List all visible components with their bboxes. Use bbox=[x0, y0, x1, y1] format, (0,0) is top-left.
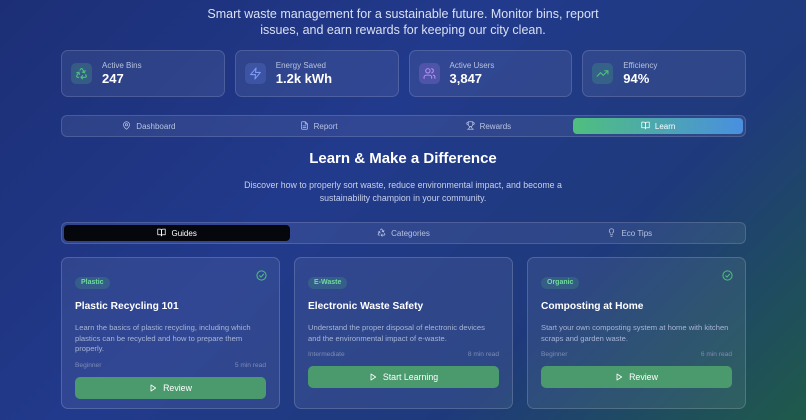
stat-label: Active Bins bbox=[102, 60, 142, 70]
subtab-label: Eco Tips bbox=[621, 228, 653, 238]
play-icon bbox=[370, 373, 376, 381]
guide-meta: Intermediate 8 min read bbox=[308, 351, 499, 358]
tab-dashboard[interactable]: Dashboard bbox=[64, 118, 234, 134]
tab-rewards[interactable]: Rewards bbox=[404, 118, 574, 134]
guide-duration: 5 min read bbox=[234, 361, 266, 369]
lightbulb-icon bbox=[607, 227, 616, 239]
tab-label: Learn bbox=[654, 121, 676, 131]
stats-row: Active Bins 247 Energy Saved 1.2k kWh Ac… bbox=[61, 50, 746, 97]
section-description-line: sustainability champion in your communit… bbox=[319, 193, 487, 203]
guide-description: Learn the basics of plastic recycling, i… bbox=[75, 323, 251, 353]
stat-label: Active Users bbox=[449, 60, 495, 70]
check-circle-icon bbox=[256, 270, 267, 281]
stat-card-energy-saved: Energy Saved 1.2k kWh bbox=[234, 50, 399, 97]
stat-card-active-users: Active Users 3,847 bbox=[408, 50, 573, 97]
section-description-line: Discover how to properly sort waste, red… bbox=[244, 180, 562, 190]
trophy-icon bbox=[465, 120, 475, 132]
guide-meta: Beginner 5 min read bbox=[75, 362, 266, 369]
tab-learn[interactable]: Learn bbox=[573, 118, 743, 134]
tab-report[interactable]: Report bbox=[234, 118, 404, 134]
play-icon bbox=[150, 384, 157, 391]
button-label: Review bbox=[629, 372, 658, 382]
guide-card: Plastic Plastic Recycling 101 Learn the … bbox=[61, 257, 280, 409]
guide-level: Intermediate bbox=[308, 351, 345, 358]
lightning-icon bbox=[244, 63, 266, 84]
guide-title: Electronic Waste Safety bbox=[308, 301, 424, 312]
play-icon bbox=[616, 373, 623, 381]
recycle-icon bbox=[377, 228, 386, 239]
start-learning-button[interactable]: Start Learning bbox=[308, 366, 499, 388]
stat-value: 1.2k kWh bbox=[275, 70, 333, 86]
category-badge: E-Waste bbox=[308, 277, 348, 289]
book-icon bbox=[641, 121, 650, 132]
users-icon bbox=[418, 63, 440, 84]
guide-card: E-Waste Electronic Waste Safety Understa… bbox=[294, 257, 513, 409]
subtab-guides[interactable]: Guides bbox=[64, 225, 291, 241]
hero-subtitle-line: issues, and earn rewards for keeping our… bbox=[260, 23, 546, 37]
main-tabs: Dashboard Report Rewards Learn bbox=[61, 115, 746, 137]
button-label: Review bbox=[163, 382, 192, 393]
guide-title: Plastic Recycling 101 bbox=[75, 301, 179, 312]
check-circle-icon bbox=[722, 270, 733, 281]
guide-description: Start your own composting system at home… bbox=[541, 323, 729, 343]
book-icon bbox=[157, 228, 167, 239]
guide-cards: Plastic Plastic Recycling 101 Learn the … bbox=[61, 257, 746, 409]
hero-subtitle: Smart waste management for a sustainable… bbox=[0, 6, 806, 38]
hero-subtitle-line: Smart waste management for a sustainable… bbox=[207, 7, 599, 21]
map-pin-icon bbox=[122, 120, 131, 132]
tab-label: Rewards bbox=[479, 121, 512, 131]
learn-subtabs: Guides Categories Eco Tips bbox=[61, 222, 746, 244]
trending-up-icon bbox=[592, 63, 614, 84]
button-label: Start Learning bbox=[382, 372, 439, 382]
stat-card-active-bins: Active Bins 247 bbox=[61, 50, 225, 97]
review-button[interactable]: Review bbox=[541, 366, 732, 388]
guide-duration: 6 min read bbox=[700, 351, 732, 358]
subtab-label: Categories bbox=[391, 228, 430, 238]
guide-meta: Beginner 6 min read bbox=[541, 351, 732, 358]
guide-description: Understand the proper disposal of electr… bbox=[308, 323, 485, 343]
section-title: Learn & Make a Difference bbox=[309, 150, 497, 167]
section-description: Discover how to properly sort waste, red… bbox=[0, 179, 806, 205]
guide-duration: 8 min read bbox=[467, 351, 499, 358]
stat-value: 3,847 bbox=[449, 70, 483, 86]
category-badge: Plastic bbox=[75, 277, 110, 289]
stat-value: 94% bbox=[623, 70, 650, 86]
subtab-label: Guides bbox=[171, 228, 197, 238]
category-badge: Organic bbox=[541, 277, 580, 289]
guide-title: Composting at Home bbox=[541, 301, 644, 312]
stat-card-efficiency: Efficiency 94% bbox=[582, 50, 746, 97]
document-icon bbox=[300, 120, 309, 132]
tab-label: Report bbox=[313, 121, 338, 131]
stat-label: Energy Saved bbox=[275, 60, 327, 70]
subtab-eco-tips[interactable]: Eco Tips bbox=[517, 225, 743, 241]
tab-label: Dashboard bbox=[136, 121, 176, 131]
subtab-categories[interactable]: Categories bbox=[290, 225, 516, 241]
stat-value: 247 bbox=[102, 70, 124, 86]
recycle-icon bbox=[71, 63, 92, 84]
guide-level: Beginner bbox=[541, 351, 568, 358]
guide-level: Beginner bbox=[75, 361, 102, 369]
stat-label: Efficiency bbox=[623, 60, 658, 70]
review-button[interactable]: Review bbox=[75, 376, 266, 399]
guide-card: Organic Composting at Home Start your ow… bbox=[527, 257, 746, 409]
